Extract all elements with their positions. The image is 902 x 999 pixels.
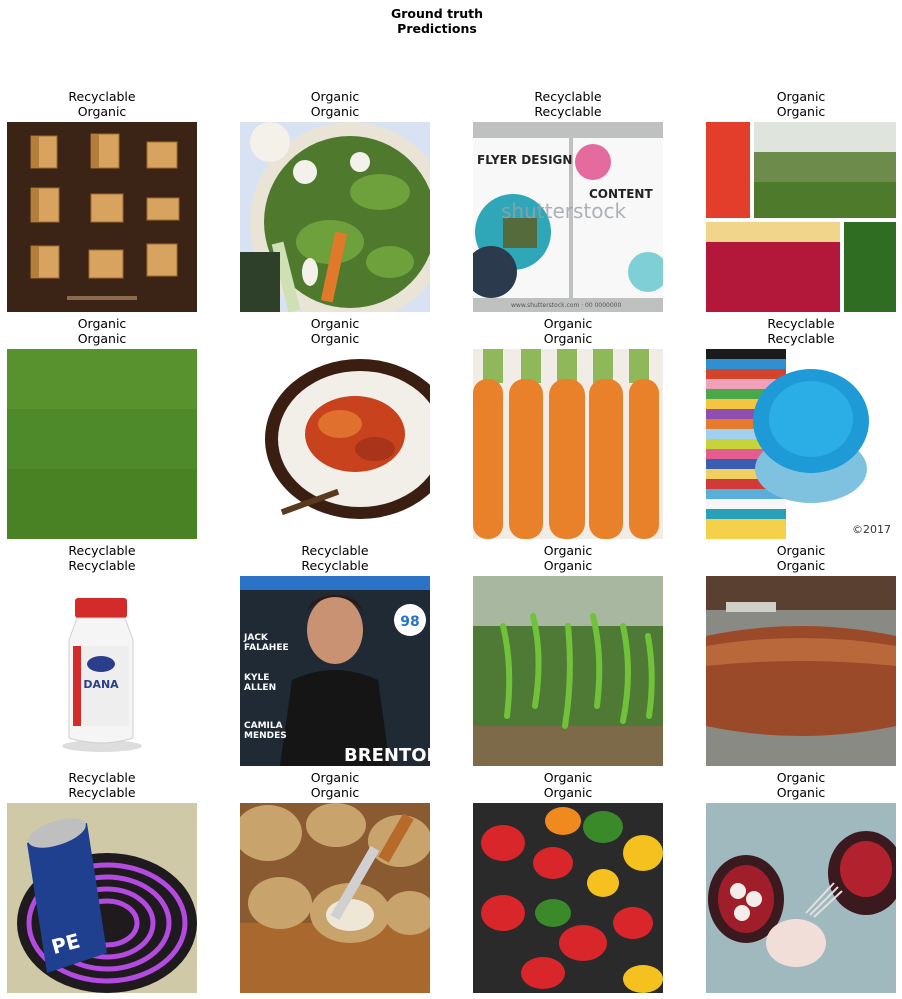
issue-number-text: 98 (400, 614, 419, 630)
copyright-text: ©2017 (852, 523, 891, 536)
watermark-text: shutterstock (501, 199, 626, 223)
tile-caption: Organic Organic (473, 770, 663, 800)
ground-truth-label: Organic (310, 770, 360, 785)
blue-plates-image: ©2017 (706, 349, 896, 539)
tile-13: Recyclable Recyclable PE (7, 770, 197, 993)
food-plate-image (240, 349, 430, 539)
tile-caption: Recyclable Organic (7, 89, 197, 119)
cover-line-camila-mendes: CAMILA MENDES (244, 721, 287, 741)
tile-16: Organic Organic (706, 770, 896, 993)
prediction-label: Organic (310, 331, 360, 346)
tile-caption: Organic Organic (706, 770, 896, 800)
prediction-label: Organic (776, 558, 826, 573)
tile-10: Recyclable Recyclable 98 JACK FALAHEE KYL… (240, 543, 430, 766)
tile-caption: Recyclable Recyclable (240, 543, 430, 573)
magazine-cover-image: 98 JACK FALAHEE KYLE ALLEN CAMILA MENDES BR… (240, 576, 430, 766)
flyer-design-image: FLYER DESIGN CONTENT shutterstock www.sh… (473, 122, 663, 312)
prediction-label: Organic (543, 785, 593, 800)
tile-caption: Organic Organic (473, 543, 663, 573)
soda-can-image: PE (7, 803, 197, 993)
tile-caption: Recyclable Recyclable (706, 316, 896, 346)
tile-caption: Recyclable Recyclable (7, 770, 197, 800)
ground-truth-label: Organic (543, 316, 593, 331)
cover-line-brenton: BRENTON (344, 745, 430, 766)
ground-truth-label: Recyclable (68, 770, 136, 785)
figure-title: Ground truth Predictions (0, 6, 874, 36)
tile-1: Recyclable Organic (7, 89, 197, 312)
prediction-label: Organic (543, 558, 593, 573)
carrots-image (473, 349, 663, 539)
bell-peppers-image (473, 803, 663, 993)
prediction-label: Recyclable (767, 331, 835, 346)
prediction-label: Organic (77, 331, 127, 346)
bread-loaf-image (706, 576, 896, 766)
ground-truth-label: Organic (310, 89, 360, 104)
tile-2: Organic Organic (240, 89, 430, 312)
tile-caption: Organic Organic (240, 770, 430, 800)
ground-truth-label: Organic (543, 770, 593, 785)
tile-9: Recyclable Recyclable DANA (7, 543, 197, 766)
prediction-label: Recyclable (534, 104, 602, 119)
prediction-label: Organic (776, 785, 826, 800)
tile-15: Organic Organic (473, 770, 663, 993)
tile-8: Recyclable Recyclable ©2017 (706, 316, 896, 539)
ground-truth-label: Recyclable (534, 89, 602, 104)
ground-truth-label: Organic (310, 316, 360, 331)
prediction-label: Recyclable (68, 785, 136, 800)
tile-caption: Organic Organic (240, 89, 430, 119)
tile-7: Organic Organic (473, 316, 663, 539)
tile-caption: Organic Organic (706, 543, 896, 573)
ground-truth-label: Organic (776, 770, 826, 785)
prediction-label: Organic (543, 331, 593, 346)
tile-5: Organic Organic (7, 316, 197, 539)
ground-truth-label: Organic (77, 316, 127, 331)
tile-caption: Recyclable Recyclable (7, 543, 197, 573)
prediction-label: Recyclable (301, 558, 369, 573)
milk-bottle-image: DANA (7, 576, 197, 766)
ground-truth-label: Recyclable (68, 543, 136, 558)
ground-truth-label: Recyclable (68, 89, 136, 104)
prediction-label: Organic (77, 104, 127, 119)
prediction-label: Organic (776, 104, 826, 119)
tile-14: Organic Organic (240, 770, 430, 993)
figure-title-ground-truth: Ground truth (390, 6, 484, 21)
green-chilies-image (473, 576, 663, 766)
tile-6: Organic Organic (240, 316, 430, 539)
prediction-label: Recyclable (68, 558, 136, 573)
grass-image (7, 349, 197, 539)
ground-truth-label: Recyclable (767, 316, 835, 331)
tile-caption: Organic Organic (706, 89, 896, 119)
tile-caption: Organic Organic (7, 316, 197, 346)
prediction-label: Organic (310, 104, 360, 119)
tile-3: Recyclable Recyclable FLYER DESIGN CONTE… (473, 89, 663, 312)
figure-title-predictions: Predictions (397, 21, 477, 36)
mangosteen-image (706, 803, 896, 993)
tile-11: Organic Organic (473, 543, 663, 766)
garden-collage-image (706, 122, 896, 312)
ground-truth-label: Organic (776, 89, 826, 104)
bottle-brand-text: DANA (83, 678, 119, 691)
tile-caption: Organic Organic (240, 316, 430, 346)
flyer-title-text: FLYER DESIGN (477, 153, 572, 167)
tile-caption: Recyclable Recyclable (473, 89, 663, 119)
tile-4: Organic Organic (706, 89, 896, 312)
ground-truth-label: Recyclable (301, 543, 369, 558)
vegetable-bowl-image (240, 122, 430, 312)
tile-12: Organic Organic (706, 543, 896, 766)
footer-url-text: www.shutterstock.com · 00 0000000 (511, 302, 621, 309)
cardboard-boxes-image (7, 122, 197, 312)
tile-caption: Organic Organic (473, 316, 663, 346)
ground-truth-label: Organic (543, 543, 593, 558)
prediction-label: Organic (310, 785, 360, 800)
potatoes-image (240, 803, 430, 993)
ground-truth-label: Organic (776, 543, 826, 558)
